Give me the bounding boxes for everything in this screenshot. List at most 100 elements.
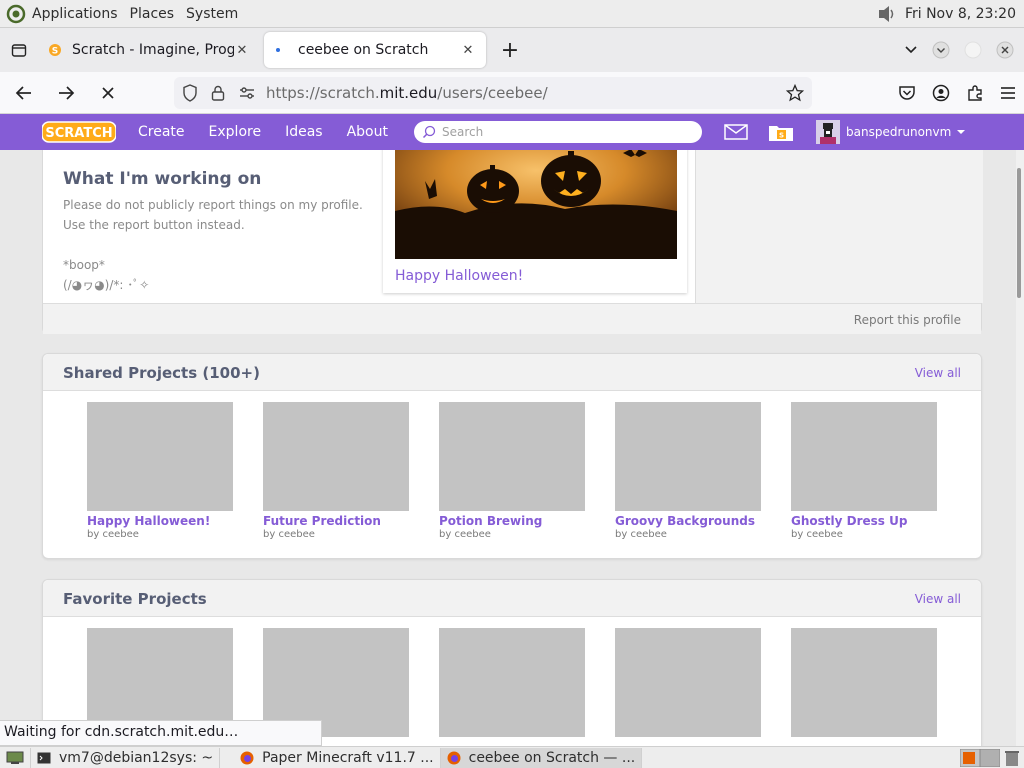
- view-all-link[interactable]: View all: [915, 592, 961, 606]
- project-item[interactable]: Groovy Backgrounds by ceebee: [615, 402, 761, 540]
- caret-down-icon: [957, 130, 966, 134]
- project-thumbnail[interactable]: [791, 402, 937, 511]
- featured-project-thumbnail[interactable]: [395, 150, 677, 259]
- extensions-icon[interactable]: [966, 84, 984, 102]
- working-line: Use the report button instead.: [63, 218, 245, 232]
- places-menu[interactable]: Places: [130, 6, 175, 22]
- pocket-icon[interactable]: [898, 84, 916, 102]
- forward-button[interactable]: [48, 77, 84, 109]
- workspace-1-icon[interactable]: [960, 748, 1000, 767]
- list-all-tabs-button[interactable]: [0, 28, 38, 72]
- search-input[interactable]: [442, 125, 682, 139]
- report-profile-link[interactable]: Report this profile: [854, 313, 961, 327]
- about-box: What I'm working on Please do not public…: [42, 150, 983, 334]
- minimize-icon[interactable]: [932, 41, 950, 59]
- chevron-down-icon[interactable]: [904, 45, 918, 55]
- lock-icon[interactable]: [210, 84, 226, 102]
- show-desktop-button[interactable]: [0, 747, 31, 768]
- new-tab-button[interactable]: +: [494, 38, 526, 63]
- url-text[interactable]: https://scratch.mit.edu/users/ceebee/: [266, 84, 548, 102]
- project-thumbnail[interactable]: [615, 402, 761, 511]
- avatar-image-icon: [816, 120, 840, 144]
- project-title[interactable]: Future Prediction: [263, 514, 409, 528]
- permissions-icon[interactable]: [238, 85, 256, 101]
- username: banspedrunonvm: [846, 125, 952, 139]
- shield-icon[interactable]: [182, 84, 198, 102]
- working-line: (/◕ヮ◕)/*: ･ﾟ✧: [63, 278, 150, 292]
- stop-loading-button[interactable]: [90, 77, 126, 109]
- my-stuff-folder-icon[interactable]: S: [768, 122, 794, 142]
- featured-project-card[interactable]: Happy Halloween!: [383, 150, 687, 293]
- nav-create-link[interactable]: Create: [138, 124, 185, 140]
- system-menu[interactable]: System: [186, 6, 238, 22]
- hamburger-menu-icon[interactable]: [1000, 86, 1016, 100]
- project-title[interactable]: Potion Brewing: [439, 514, 585, 528]
- project-author: by ceebee: [615, 529, 667, 540]
- applications-menu[interactable]: Applications: [32, 6, 118, 22]
- scratch-header: SCRATCH Create Explore Ideas About Searc…: [0, 114, 1024, 150]
- project-author: by ceebee: [439, 529, 491, 540]
- search-box[interactable]: [414, 121, 702, 143]
- user-menu[interactable]: banspedrunonvm: [816, 120, 966, 144]
- volume-icon[interactable]: [877, 5, 897, 23]
- section-header: Shared Projects (100+) View all: [43, 354, 981, 391]
- project-thumbnail[interactable]: [615, 628, 761, 737]
- featured-project-title[interactable]: Happy Halloween!: [395, 268, 523, 284]
- project-item[interactable]: [791, 628, 937, 737]
- account-icon[interactable]: [932, 84, 950, 102]
- view-all-link[interactable]: View all: [915, 366, 961, 380]
- project-thumbnail[interactable]: [263, 402, 409, 511]
- close-tab-icon[interactable]: ✕: [234, 43, 250, 58]
- debian-logo-icon[interactable]: [6, 4, 26, 24]
- url-bar[interactable]: https://scratch.mit.edu/users/ceebee/: [174, 77, 812, 109]
- scrollbar-thumb[interactable]: [1017, 168, 1021, 298]
- project-thumbnail[interactable]: [87, 402, 233, 511]
- shared-projects-title: Shared Projects (100+): [63, 364, 260, 382]
- taskbar-item-paper-minecraft[interactable]: Paper Minecraft v11.7 ...: [220, 747, 441, 768]
- back-button[interactable]: [6, 77, 42, 109]
- scratch-favicon-icon: S: [49, 44, 61, 57]
- trash-icon[interactable]: [1004, 749, 1020, 767]
- svg-text:SCRATCH: SCRATCH: [45, 126, 112, 141]
- project-author: by ceebee: [87, 529, 139, 540]
- project-item[interactable]: [439, 628, 585, 737]
- taskbar-item-label: vm7@debian12sys: ~: [59, 749, 214, 766]
- star-icon[interactable]: [786, 84, 804, 102]
- terminal-icon: [37, 752, 51, 763]
- project-row: Happy Halloween! by ceebee Future Predic…: [87, 402, 967, 540]
- page-scrollbar[interactable]: [1016, 150, 1024, 746]
- workspace-switcher[interactable]: [960, 748, 1024, 767]
- working-on-text: Please do not publicly report things on …: [63, 195, 363, 295]
- firefox-icon: [447, 751, 461, 764]
- project-title[interactable]: Happy Halloween!: [87, 514, 233, 528]
- report-bar: Report this profile: [43, 303, 981, 334]
- project-title[interactable]: Ghostly Dress Up: [791, 514, 937, 528]
- project-item[interactable]: [615, 628, 761, 737]
- project-item[interactable]: Future Prediction by ceebee: [263, 402, 409, 540]
- project-thumbnail[interactable]: [791, 628, 937, 737]
- messages-icon[interactable]: [724, 124, 748, 140]
- desktop-icon: [6, 751, 24, 764]
- clock[interactable]: Fri Nov 8, 23:20: [905, 6, 1016, 22]
- scratch-logo-icon[interactable]: SCRATCH: [42, 120, 116, 144]
- close-window-icon[interactable]: [996, 41, 1014, 59]
- project-thumbnail[interactable]: [439, 628, 585, 737]
- project-author: by ceebee: [263, 529, 315, 540]
- nav-ideas-link[interactable]: Ideas: [285, 124, 323, 140]
- project-item[interactable]: Ghostly Dress Up by ceebee: [791, 402, 937, 540]
- tab-scratch-home[interactable]: S Scratch - Imagine, Progra ✕: [38, 32, 260, 68]
- taskbar-item-terminal[interactable]: vm7@debian12sys: ~: [31, 747, 221, 768]
- navigation-toolbar: https://scratch.mit.edu/users/ceebee/: [0, 72, 1024, 114]
- project-item[interactable]: Happy Halloween! by ceebee: [87, 402, 233, 540]
- nav-explore-link[interactable]: Explore: [209, 124, 262, 140]
- project-item[interactable]: Potion Brewing by ceebee: [439, 402, 585, 540]
- close-tab-icon[interactable]: ✕: [460, 43, 476, 58]
- tab-ceebee-profile[interactable]: ceebee on Scratch ✕: [264, 32, 486, 68]
- section-header: Favorite Projects View all: [43, 580, 981, 617]
- project-thumbnail[interactable]: [439, 402, 585, 511]
- maximize-icon[interactable]: [964, 41, 982, 59]
- project-title[interactable]: Groovy Backgrounds: [615, 514, 761, 528]
- nav-about-link[interactable]: About: [347, 124, 388, 140]
- taskbar-item-ceebee-scratch[interactable]: ceebee on Scratch — ...: [440, 747, 643, 768]
- shared-projects-section: Shared Projects (100+) View all Happy Ha…: [42, 353, 982, 559]
